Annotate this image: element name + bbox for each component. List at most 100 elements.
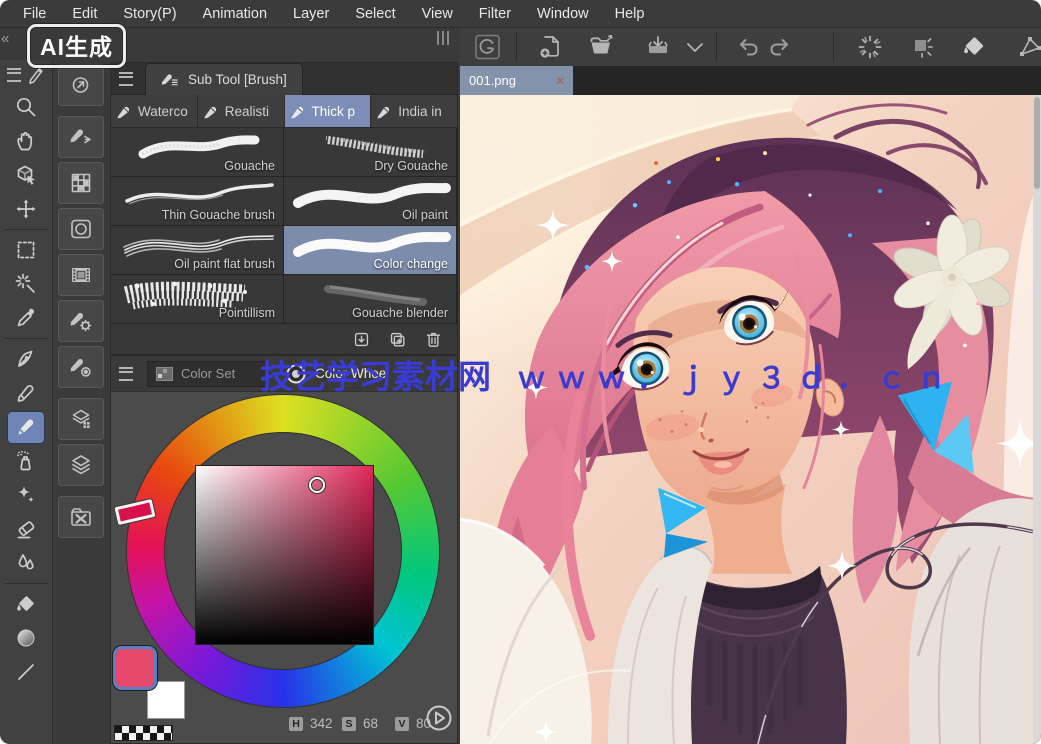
- tool-selection-area[interactable]: [8, 235, 44, 266]
- toolbar-divider: [4, 583, 48, 584]
- color-panel-header: Color Set Color Wheel: [111, 356, 457, 392]
- menu-window[interactable]: Window: [524, 0, 602, 27]
- save-options-chevron-icon[interactable]: [684, 33, 706, 61]
- new-file-icon[interactable]: [536, 33, 564, 61]
- sub-tool-title-tab[interactable]: Sub Tool [Brush]: [145, 63, 303, 95]
- marquee-icon: [14, 238, 38, 262]
- panel-collapse-chevrons[interactable]: «: [1, 30, 9, 47]
- menu-layer[interactable]: Layer: [280, 0, 342, 27]
- panel-color-set[interactable]: [58, 162, 104, 204]
- tool-hand[interactable]: [8, 126, 44, 157]
- menu-select[interactable]: Select: [342, 0, 408, 27]
- sub-tool-menu-icon[interactable]: [119, 72, 133, 86]
- panel-material[interactable]: [58, 496, 104, 538]
- menu-story[interactable]: Story(P): [110, 0, 189, 27]
- canvas-area: 001.png ×: [460, 28, 1041, 744]
- tool-auto-select[interactable]: [8, 269, 44, 300]
- tool-brush[interactable]: [8, 412, 44, 443]
- tab-india-ink[interactable]: India in: [371, 95, 457, 128]
- processing-spinner-icon[interactable]: [856, 33, 884, 61]
- tool-fill[interactable]: [8, 589, 44, 620]
- brush-nib-icon: [116, 103, 133, 120]
- panel-sub-tool-detail[interactable]: [58, 346, 104, 388]
- brush-item-oil-paint-flat-brush[interactable]: Oil paint flat brush: [111, 226, 284, 275]
- color-panel: Color Set Color Wheel H 342 S 68 V 80: [110, 355, 458, 744]
- canvas-artwork[interactable]: [460, 95, 1033, 744]
- magic-wand-icon: [14, 272, 38, 296]
- panel-launcher-strip: [53, 60, 109, 744]
- redo-icon[interactable]: [766, 33, 794, 61]
- save-file-icon[interactable]: [644, 33, 672, 61]
- tool-zoom[interactable]: [8, 92, 44, 123]
- brush-item-dry-gouache[interactable]: Dry Gouache: [284, 128, 457, 177]
- undo-icon[interactable]: [734, 33, 762, 61]
- menu-file[interactable]: File: [10, 0, 59, 27]
- tool-pencil[interactable]: [8, 378, 44, 409]
- panel-timeline[interactable]: [58, 254, 104, 296]
- panel-grip-handle[interactable]: [437, 31, 449, 45]
- foreground-swatch[interactable]: [113, 646, 157, 690]
- color-mixing-button[interactable]: [425, 704, 453, 732]
- tab-realistic[interactable]: Realisti: [198, 95, 285, 128]
- panel-layer-property[interactable]: [58, 398, 104, 440]
- clip-studio-paint-window: File Edit Story(P) Animation Layer Selec…: [0, 0, 1041, 744]
- tool-gradient[interactable]: [8, 623, 44, 654]
- tool-airbrush[interactable]: [8, 446, 44, 477]
- open-file-icon[interactable]: [588, 33, 616, 61]
- color-set-grid-icon: [68, 170, 94, 196]
- saturation-value-square[interactable]: [196, 466, 373, 644]
- menu-help[interactable]: Help: [602, 0, 658, 27]
- panel-layer[interactable]: [58, 444, 104, 486]
- toolbar-menu-icon[interactable]: [7, 68, 21, 82]
- tool-operation[interactable]: [8, 160, 44, 191]
- hand-icon: [14, 129, 38, 153]
- brush-item-gouache-blender[interactable]: Gouache blender: [284, 275, 457, 324]
- saturation-label: S: [342, 717, 356, 731]
- panel-tool-property[interactable]: [58, 208, 104, 250]
- document-close-icon[interactable]: ×: [556, 73, 564, 88]
- launch-selection-icon[interactable]: [908, 33, 936, 61]
- tool-decoration[interactable]: [8, 480, 44, 511]
- tab-watercolor[interactable]: Waterco: [111, 95, 198, 128]
- brush-item-pointillism[interactable]: Pointillism: [111, 275, 284, 324]
- object-path-icon[interactable]: [1016, 33, 1041, 61]
- copy-sub-tool-icon[interactable]: [388, 330, 407, 349]
- brush-item-gouache[interactable]: Gouache: [111, 128, 284, 177]
- panel-sub-tool[interactable]: [58, 116, 104, 158]
- canvas-vertical-scrollbar[interactable]: [1033, 95, 1041, 744]
- panel-quick-access[interactable]: [58, 64, 104, 106]
- menu-view[interactable]: View: [409, 0, 466, 27]
- sv-cursor[interactable]: [309, 477, 325, 493]
- tool-move-layer[interactable]: [8, 194, 44, 225]
- brush-item-thin-gouache-brush[interactable]: Thin Gouache brush: [111, 177, 284, 226]
- tool-eraser[interactable]: [8, 514, 44, 545]
- fill-tool-icon[interactable]: [960, 33, 988, 61]
- panel-brush-settings[interactable]: [58, 300, 104, 342]
- command-bar: [460, 28, 1041, 67]
- value-label: V: [395, 717, 409, 731]
- brush-item-color-change[interactable]: Color change: [284, 226, 457, 275]
- transparent-color-swatch[interactable]: [114, 725, 173, 741]
- tab-thick-paint[interactable]: Thick p: [285, 95, 372, 128]
- eraser-icon: [14, 517, 38, 541]
- tab-color-wheel[interactable]: Color Wheel: [285, 363, 389, 385]
- menu-edit[interactable]: Edit: [59, 0, 110, 27]
- delete-sub-tool-icon[interactable]: [424, 330, 443, 349]
- tool-pen[interactable]: [8, 344, 44, 375]
- menu-filter[interactable]: Filter: [466, 0, 524, 27]
- color-panel-menu-icon[interactable]: [119, 367, 133, 381]
- tool-eyedropper[interactable]: [8, 303, 44, 334]
- toolbar-divider: [4, 338, 48, 339]
- tool-figure[interactable]: [8, 657, 44, 688]
- brush-item-oil-paint[interactable]: Oil paint: [284, 177, 457, 226]
- timeline-filmstrip-icon: [68, 262, 94, 288]
- import-sub-tool-icon[interactable]: [352, 330, 371, 349]
- clip-studio-logo-icon[interactable]: [472, 33, 503, 61]
- ai-generated-badge: AI生成: [27, 24, 126, 68]
- tool-blend[interactable]: [8, 548, 44, 579]
- tab-color-set[interactable]: Color Set: [147, 361, 269, 387]
- menu-animation[interactable]: Animation: [190, 0, 280, 27]
- tool-property-icon: [68, 216, 94, 242]
- tool-bar: [0, 60, 53, 744]
- document-tab[interactable]: 001.png ×: [460, 66, 573, 95]
